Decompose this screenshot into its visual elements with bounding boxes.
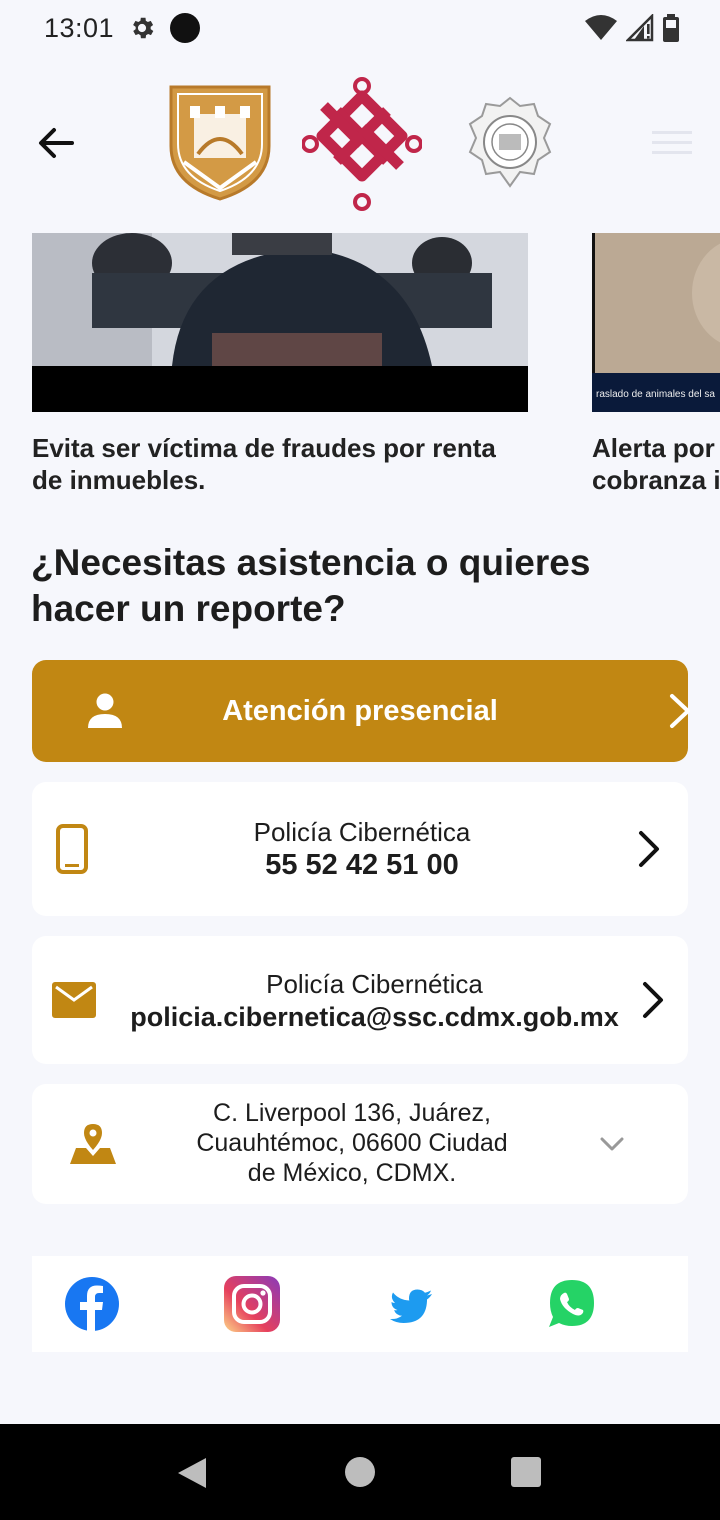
system-navigation-bar <box>0 1424 720 1520</box>
phone-contact-text: Policía Cibernética 55 52 42 51 00 <box>112 816 612 882</box>
news-card[interactable]: Evita ser víctima de fraudes por renta d… <box>32 233 528 496</box>
in-person-attention-button[interactable]: Atención presencial <box>32 660 690 762</box>
news-caption: raslado de animales del sa <box>596 389 715 400</box>
battery-icon <box>663 14 679 42</box>
news-title: Alerta por cobranza i <box>592 433 720 495</box>
news-card[interactable]: raslado de animales del sa Alerta por co… <box>592 233 720 496</box>
chevron-right-icon <box>643 982 663 1018</box>
address-contact-card[interactable]: C. Liverpool 136, Juárez, Cuauhtémoc, 06… <box>32 1084 688 1204</box>
nav-home-icon[interactable] <box>344 1456 376 1488</box>
email-address: policia.cibernetica@ssc.cdmx.gob.mx <box>130 1002 619 1032</box>
person-icon <box>88 693 122 728</box>
address-text: C. Liverpool 136, Juárez, Cuauhtémoc, 06… <box>196 1099 508 1187</box>
mail-icon <box>52 982 96 1018</box>
news-image <box>32 233 528 412</box>
app-header <box>0 70 720 220</box>
chevron-right-icon <box>639 831 659 867</box>
phone-contact-card[interactable]: Policía Cibernética 55 52 42 51 00 <box>32 782 688 916</box>
status-time: 13:01 <box>44 12 115 43</box>
map-pin-icon <box>70 1124 116 1164</box>
gear-icon <box>133 17 154 39</box>
in-person-attention-label: Atención presencial <box>222 694 498 727</box>
phone-contact-label: Policía Cibernética <box>253 817 471 847</box>
news-carousel[interactable]: Evita ser víctima de fraudes por renta d… <box>0 233 720 503</box>
back-arrow-icon[interactable] <box>34 120 80 166</box>
email-contact-text: Policía Cibernética policia.cibernetica@… <box>102 968 647 1034</box>
instagram-icon[interactable] <box>224 1276 280 1332</box>
whatsapp-icon[interactable] <box>544 1276 600 1332</box>
phone-number: 55 52 42 51 00 <box>265 849 459 881</box>
ssc-police-badge-logo <box>468 96 552 188</box>
cdmx-knot-logo <box>302 77 422 211</box>
twitter-icon[interactable] <box>384 1276 440 1332</box>
cdmx-shield-logo <box>169 85 271 201</box>
status-right <box>584 13 680 43</box>
news-title: Evita ser víctima de fraudes por renta d… <box>32 433 496 495</box>
wifi-icon <box>585 15 617 40</box>
chevron-down-icon[interactable] <box>598 1134 626 1154</box>
email-contact-label: Policía Cibernética <box>266 969 483 999</box>
facebook-icon[interactable] <box>64 1276 120 1332</box>
hamburger-menu-icon[interactable] <box>650 128 694 158</box>
smartphone-icon <box>56 824 88 874</box>
notification-dot-icon <box>170 13 201 43</box>
signal-icon <box>626 14 654 42</box>
social-links-bar <box>32 1256 688 1352</box>
status-bar: 13:01 <box>0 0 720 56</box>
nav-recents-icon[interactable] <box>510 1456 542 1488</box>
assistance-title: ¿Necesitas asistencia o quieres hacer un… <box>31 542 591 629</box>
nav-back-icon[interactable] <box>176 1456 208 1490</box>
chevron-right-icon <box>670 694 690 728</box>
news-image: raslado de animales del sa <box>592 233 720 412</box>
email-contact-card[interactable]: Policía Cibernética policia.cibernetica@… <box>32 936 688 1064</box>
